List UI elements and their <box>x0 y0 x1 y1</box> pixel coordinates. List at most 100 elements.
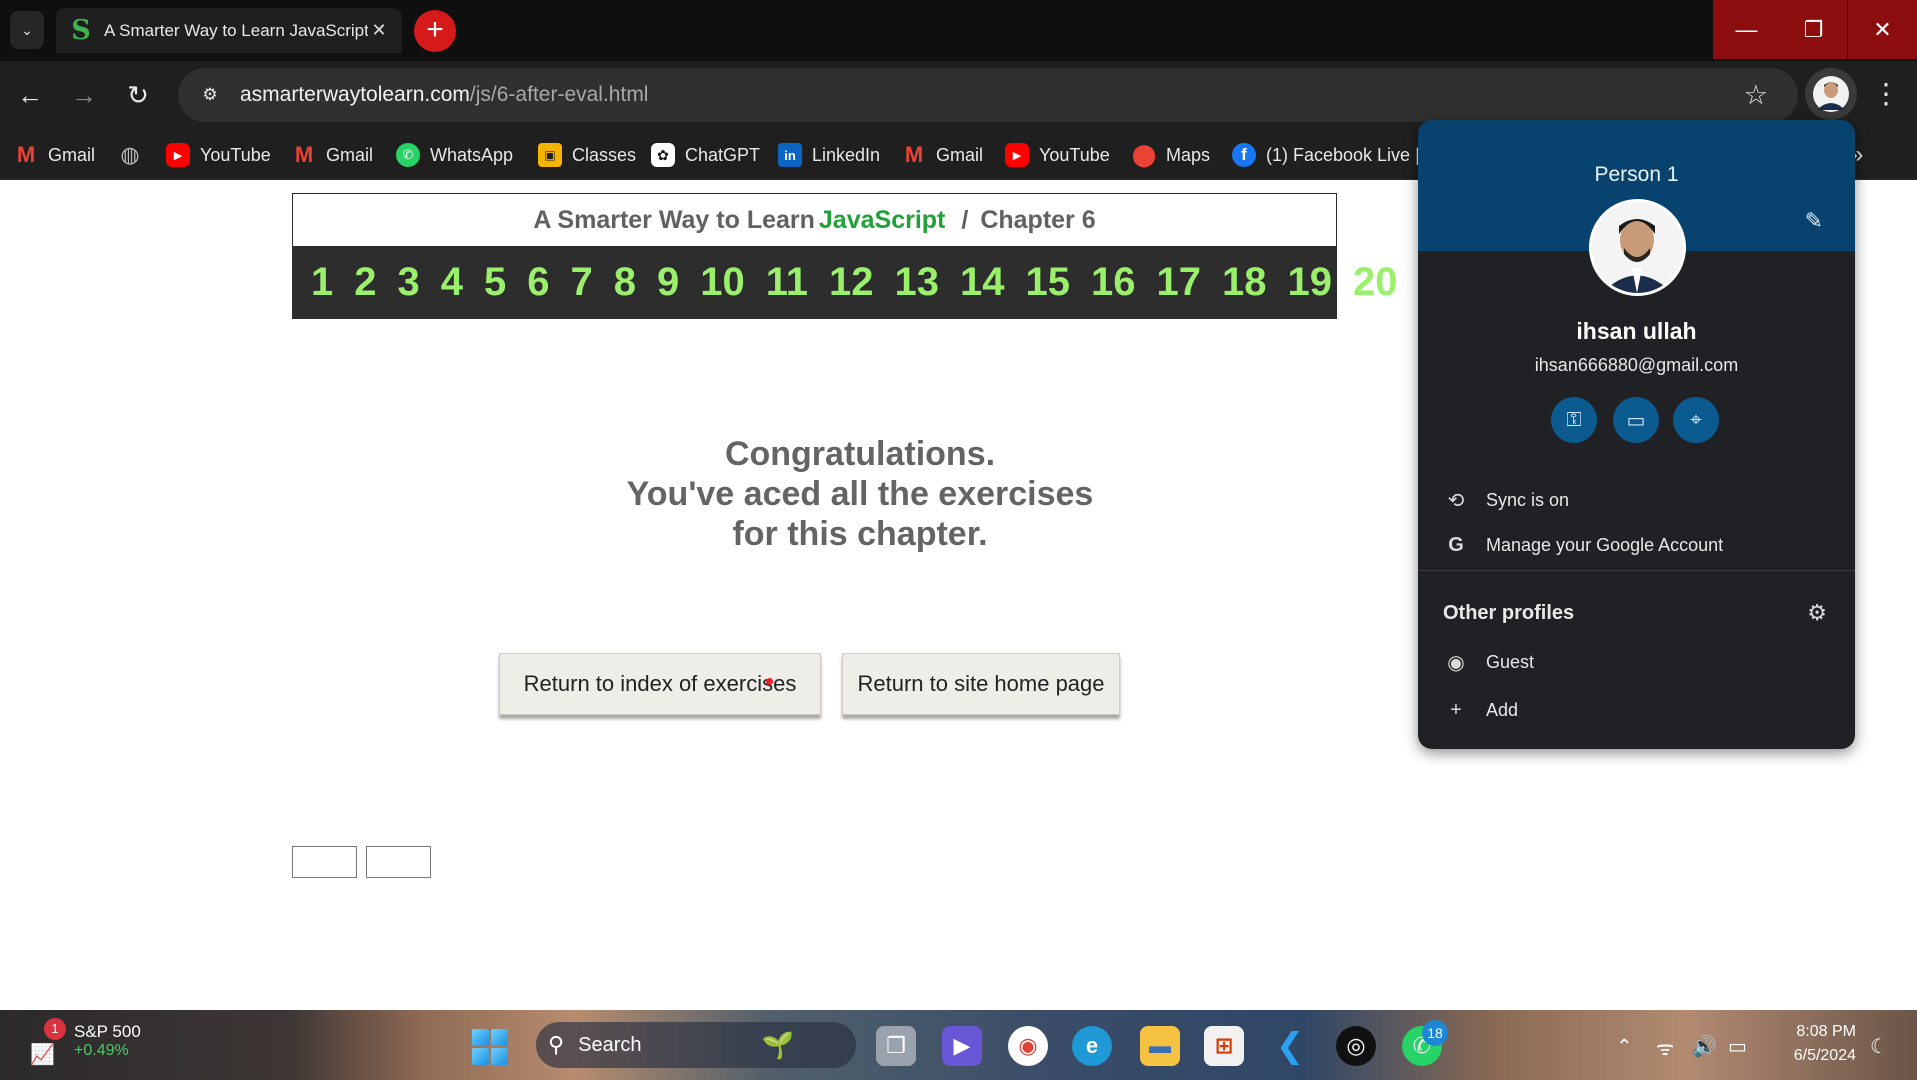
meet-camera-icon[interactable]: ▶ <box>942 1026 982 1066</box>
title-chapter: Chapter 6 <box>980 205 1096 234</box>
browser-menu-icon[interactable]: ⋮ <box>1872 75 1900 115</box>
start-windows-icon[interactable] <box>472 1029 508 1065</box>
chapter-link-19[interactable]: 19 <box>1288 260 1333 305</box>
chapter-link-11[interactable]: 11 <box>766 260 808 305</box>
congratulations-message: Congratulations. You've aced all the exe… <box>560 434 1160 554</box>
add-profile[interactable]: + Add <box>1418 692 1855 728</box>
microsoft-store-icon[interactable]: ⊞ <box>1204 1026 1244 1066</box>
chapter-link-3[interactable]: 3 <box>398 260 420 305</box>
active-tab[interactable]: S A Smarter Way to Learn JavaScript ✕ <box>56 8 402 53</box>
bookmark-gmail[interactable]: M Gmail <box>292 141 373 169</box>
addresses-pin-icon[interactable]: ⌖ <box>1673 397 1719 443</box>
return-to-home-button[interactable]: Return to site home page <box>842 653 1120 715</box>
task-view-icon[interactable]: ❐ <box>876 1026 916 1066</box>
chapter-link-20[interactable]: 20 <box>1353 260 1398 305</box>
bookmark-label: Maps <box>1166 144 1211 165</box>
widget-badge: 1 <box>44 1018 66 1040</box>
chapter-link-7[interactable]: 7 <box>571 260 593 305</box>
passwords-key-icon[interactable]: ⚿ <box>1551 397 1597 443</box>
avatar-icon <box>1592 202 1683 293</box>
chapter-link-6[interactable]: 6 <box>527 260 549 305</box>
back-arrow-icon[interactable]: ← <box>10 75 50 115</box>
title-prefix: A Smarter Way to Learn <box>533 205 815 234</box>
linkedin-icon: in <box>778 143 802 167</box>
browser-toolbar: ← → ↻ ⚙ asmarterwaytolearn.com /js/6-aft… <box>0 61 1917 129</box>
battery-icon[interactable]: ▭ <box>1728 1034 1747 1059</box>
chapter-link-14[interactable]: 14 <box>960 260 1005 305</box>
chapter-link-13[interactable]: 13 <box>895 260 940 305</box>
restore-button[interactable]: ❐ <box>1780 0 1847 59</box>
guest-profile[interactable]: ◉ Guest <box>1418 644 1855 680</box>
chapter-link-1[interactable]: 1 <box>311 260 333 305</box>
sync-icon: ⟲ <box>1447 489 1465 512</box>
chapter-nav: 1 2 3 4 5 6 7 8 9 10 11 12 13 14 15 16 17 18 19 20 <box>293 246 1398 319</box>
address-bar[interactable]: ⚙ asmarterwaytolearn.com /js/6-after-eva… <box>178 68 1798 122</box>
bookmark-classes[interactable]: ▣ Classes <box>538 141 636 169</box>
notifications-moon-icon[interactable]: ☾ <box>1870 1034 1888 1059</box>
gmail-icon: M <box>16 142 36 167</box>
bookmark-star-icon[interactable]: ☆ <box>1744 80 1768 111</box>
account-email: ihsan666880@gmail.com <box>1534 355 1739 375</box>
empty-box[interactable] <box>366 846 431 878</box>
github-icon[interactable]: ◎ <box>1336 1026 1376 1066</box>
file-explorer-icon[interactable]: ▬ <box>1140 1026 1180 1066</box>
new-tab-button[interactable]: + <box>414 10 456 52</box>
edge-icon[interactable]: e <box>1072 1026 1112 1066</box>
bookmark-youtube[interactable]: ▶ YouTube <box>1005 141 1110 169</box>
tab-search-button[interactable]: ⌄ <box>10 11 44 49</box>
manage-profiles-gear-icon[interactable]: ⚙ <box>1807 600 1827 626</box>
bookmark-facebook[interactable]: f (1) Facebook Live | <box>1232 141 1420 169</box>
chapter-link-16[interactable]: 16 <box>1091 260 1136 305</box>
taskbar-search[interactable]: ⚲ Search 🌱 <box>536 1022 856 1068</box>
tab-close-icon[interactable]: ✕ <box>368 20 390 41</box>
chrome-icon[interactable]: ◉ <box>1008 1026 1048 1066</box>
chapter-link-4[interactable]: 4 <box>441 260 463 305</box>
site-settings-icon[interactable]: ⚙ <box>192 77 228 113</box>
bookmark-gmail[interactable]: M Gmail <box>902 141 983 169</box>
reload-icon[interactable]: ↻ <box>118 75 158 115</box>
chapter-link-17[interactable]: 17 <box>1157 260 1202 305</box>
wifi-icon[interactable]: ᯤ <box>1656 1034 1674 1061</box>
empty-box[interactable] <box>292 846 357 878</box>
google-icon: G <box>1448 533 1464 556</box>
whatsapp-badge: 18 <box>1422 1020 1448 1046</box>
windows-taskbar: 📈 1 S&P 500 +0.49% ⚲ Search 🌱 ❐ ▶ ◉ e ▬ … <box>0 1010 1917 1080</box>
congrats-line: You've aced all the exercises <box>626 475 1094 513</box>
chapter-link-15[interactable]: 15 <box>1026 260 1071 305</box>
bookmark-whatsapp[interactable]: ✆ WhatsApp <box>396 141 513 169</box>
tray-chevron-icon[interactable]: ⌃ <box>1616 1034 1633 1059</box>
manage-google-account[interactable]: G Manage your Google Account <box>1418 527 1855 563</box>
payment-card-icon[interactable]: ▭ <box>1613 397 1659 443</box>
bookmark-chatgpt[interactable]: ✿ ChatGPT <box>651 141 760 169</box>
system-clock[interactable]: 8:08 PM 6/5/2024 <box>1770 1020 1856 1068</box>
chapter-link-18[interactable]: 18 <box>1222 260 1267 305</box>
volume-icon[interactable]: 🔊 <box>1692 1034 1717 1059</box>
chapter-link-5[interactable]: 5 <box>484 260 506 305</box>
forward-arrow-icon[interactable]: → <box>64 75 104 115</box>
bookmark-youtube[interactable]: ▶ YouTube <box>166 141 271 169</box>
url-path: /js/6-after-eval.html <box>469 83 649 106</box>
vscode-icon[interactable]: ❮ <box>1270 1026 1310 1066</box>
profile-name: Person 1 <box>1594 163 1679 186</box>
chatgpt-icon: ✿ <box>651 143 675 167</box>
profile-avatar-button[interactable] <box>1805 68 1857 120</box>
chapter-link-12[interactable]: 12 <box>829 260 874 305</box>
chapter-link-2[interactable]: 2 <box>354 260 376 305</box>
close-window-button[interactable]: ✕ <box>1848 0 1917 59</box>
return-to-index-button[interactable]: Return to index of exercises <box>499 653 821 715</box>
gmail-icon: M <box>294 142 314 167</box>
stock-chart-icon: 📈 <box>30 1044 55 1066</box>
chapter-link-9[interactable]: 9 <box>657 260 679 305</box>
chapter-link-8[interactable]: 8 <box>614 260 636 305</box>
bookmark-globe[interactable]: ◍ <box>118 141 152 169</box>
bookmark-label: Gmail <box>48 144 96 165</box>
bookmark-linkedin[interactable]: in LinkedIn <box>778 141 880 169</box>
bookmark-label: (1) Facebook Live | <box>1266 144 1420 165</box>
edit-pencil-icon[interactable]: ✎ <box>1805 208 1823 234</box>
minimize-button[interactable]: — <box>1713 0 1780 59</box>
chapter-link-10[interactable]: 10 <box>700 260 745 305</box>
bookmark-maps[interactable]: ⬤ Maps <box>1132 141 1210 169</box>
bookmark-gmail[interactable]: M Gmail <box>14 141 95 169</box>
sync-status[interactable]: ⟲ Sync is on <box>1418 482 1855 518</box>
stock-widget[interactable]: S&P 500 +0.49% <box>74 1022 141 1060</box>
